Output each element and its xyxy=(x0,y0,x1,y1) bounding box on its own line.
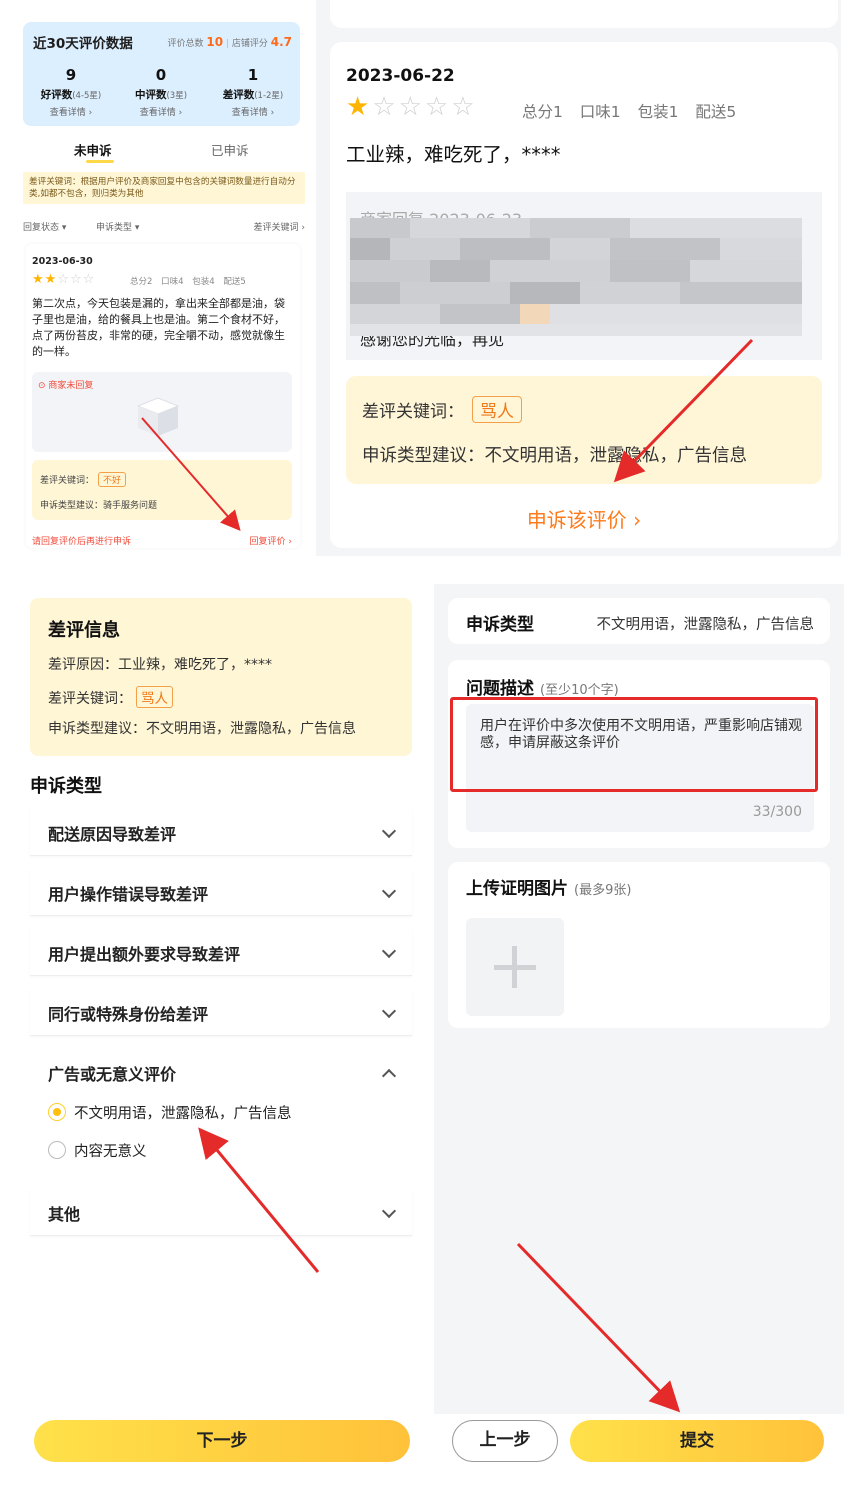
next-step-button[interactable]: 下一步 xyxy=(34,1420,410,1462)
empty-box-icon xyxy=(136,397,180,436)
option-meaningless[interactable]: 内容无意义 xyxy=(48,1140,147,1161)
reply-first-hint: 请回复评价后再进行申诉 xyxy=(32,537,132,547)
description-label: 问题描述 (至少10个字) xyxy=(466,679,619,699)
appeal-type-value: 不文明用语，泄露隐私，广告信息 xyxy=(596,617,815,633)
section-title: 申诉类型 xyxy=(30,776,102,797)
appeal-suggestion: 申诉类型建议：骑手服务问题 xyxy=(40,501,158,511)
radio-unselected[interactable] xyxy=(48,1141,66,1159)
bad-review-reason: 差评原因：工业辣，难吃死了，**** xyxy=(48,657,272,673)
chevron-down-icon xyxy=(381,1003,397,1019)
chevron-down-icon xyxy=(381,883,397,899)
review-text: 第二次点，今天包装是漏的，拿出来全部都是油，袋子里也是油，给的餐具上也是油。第二… xyxy=(32,297,285,358)
category-user-error[interactable]: 用户操作错误导致差评 xyxy=(30,868,412,916)
keyword-tag: 骂人 xyxy=(472,396,522,423)
good-review-stat[interactable]: 9 好评数(4-5星) 查看详情 › xyxy=(25,66,117,118)
review-date: 2023-06-22 xyxy=(346,66,455,86)
review-detail-panel: 2023-06-22 ★☆☆☆☆ 总分1 口味1 包装1 配送5 工业辣，难吃死… xyxy=(316,0,841,556)
tab-underline xyxy=(86,160,114,163)
chevron-down-icon xyxy=(381,943,397,959)
mid-review-stat[interactable]: 0 中评数(3星) 查看详情 › xyxy=(115,66,207,118)
review-card: 2023-06-30 ★★☆☆☆ 总分2 口味4 包装4 配送5 第二次点，今天… xyxy=(26,244,300,548)
appeal-type-panel: 差评信息 差评原因：工业辣，难吃死了，**** 差评关键词： 骂人 申诉类型建议：… xyxy=(18,584,428,1464)
submit-button[interactable]: 提交 xyxy=(570,1420,824,1462)
review-detail-card: 2023-06-22 ★☆☆☆☆ 总分1 口味1 包装1 配送5 工业辣，难吃死… xyxy=(330,42,838,548)
keyword-box: 差评关键词： 骂人 申诉类型建议：不文明用语，泄露隐私，广告信息 xyxy=(346,376,822,484)
tab-appealed[interactable]: 已申诉 xyxy=(211,140,249,159)
chevron-down-icon xyxy=(381,1203,397,1219)
bad-review-keyword: 差评关键词： 骂人 xyxy=(48,686,173,708)
reply-review-link[interactable]: 回复评价 › xyxy=(250,534,292,547)
appeal-suggestion: 申诉类型建议：不文明用语，泄露隐私，广告信息 xyxy=(362,446,747,466)
appeal-type-card: 申诉类型 不文明用语，泄露隐私，广告信息 xyxy=(448,598,830,644)
no-reply-label: ⊙ 商家未回复 xyxy=(38,381,94,391)
appeal-suggestion: 申诉类型建议：不文明用语，泄露隐私，广告信息 xyxy=(48,721,356,737)
category-other[interactable]: 其他 xyxy=(30,1188,412,1236)
upload-label: 上传证明图片 (最多9张) xyxy=(466,879,632,899)
keyword-tag: 不好 xyxy=(98,472,127,487)
prev-step-button[interactable]: 上一步 xyxy=(452,1420,558,1462)
star-rating: ★★☆☆☆ xyxy=(32,272,96,287)
review-list-panel: 近30天评价数据 评价总数 10 | 店铺评分 4.7 9 好评数(4-5星) … xyxy=(18,16,310,556)
tab-unappealed[interactable]: 未申诉 xyxy=(74,140,112,159)
keyword-tag: 骂人 xyxy=(136,686,173,708)
previous-card xyxy=(330,0,838,28)
highlight-box xyxy=(450,697,818,792)
review-date: 2023-06-30 xyxy=(32,256,93,267)
filter-appeal-type[interactable]: 申诉类型 ▾ xyxy=(96,220,139,233)
stats-title: 近30天评价数据 xyxy=(33,36,133,52)
bad-review-stat[interactable]: 1 差评数(1-2星) 查看详情 › xyxy=(207,66,299,118)
stats-meta: 评价总数 10 | 店铺评分 4.7 xyxy=(167,35,292,49)
category-ads-meaningless[interactable]: 广告或无意义评价 xyxy=(30,1048,412,1096)
no-reply-box: ⊙ 商家未回复 xyxy=(32,372,292,452)
category-competitor[interactable]: 同行或特殊身份给差评 xyxy=(30,988,412,1036)
filter-reply-status[interactable]: 回复状态 ▾ xyxy=(23,220,66,233)
review-scores: 总分2 口味4 包装4 配送5 xyxy=(130,277,246,287)
stats-card: 近30天评价数据 评价总数 10 | 店铺评分 4.7 9 好评数(4-5星) … xyxy=(23,22,300,126)
chevron-down-icon xyxy=(381,823,397,839)
merchant-reply: 商家回复 2023-06-23 感谢您的光临，再见 xyxy=(346,192,822,360)
review-scores: 总分1 口味1 包装1 配送5 xyxy=(522,103,737,121)
upload-card: 上传证明图片 (最多9张) xyxy=(448,862,830,1028)
keyword-box: 差评关键词： 不好 申诉类型建议：骑手服务问题 xyxy=(32,460,292,520)
bad-review-info: 差评信息 差评原因：工业辣，难吃死了，**** 差评关键词： 骂人 申诉类型建议：… xyxy=(30,598,412,756)
chevron-up-icon xyxy=(381,1068,397,1084)
star-rating: ★☆☆☆☆ xyxy=(346,92,478,122)
appeal-review-button[interactable]: 申诉该评价 › xyxy=(330,504,838,533)
keyword-note: 差评关键词：根据用户评价及商家回复中包含的关键词数量进行自动分类,如都不包含，则… xyxy=(23,172,305,204)
filter-keyword[interactable]: 差评关键词 › xyxy=(254,220,305,233)
upload-image-button[interactable] xyxy=(466,918,564,1016)
category-delivery[interactable]: 配送原因导致差评 xyxy=(30,808,412,856)
category-extra-request[interactable]: 用户提出额外要求导致差评 xyxy=(30,928,412,976)
radio-selected[interactable] xyxy=(48,1103,66,1121)
blurred-mosaic xyxy=(350,218,802,336)
option-uncivil-language[interactable]: 不文明用语，泄露隐私，广告信息 xyxy=(48,1102,292,1123)
appeal-type-label: 申诉类型 xyxy=(466,615,534,635)
char-counter: 33/300 xyxy=(752,804,802,820)
info-title: 差评信息 xyxy=(48,620,120,641)
review-text: 工业辣，难吃死了，**** xyxy=(346,143,561,166)
